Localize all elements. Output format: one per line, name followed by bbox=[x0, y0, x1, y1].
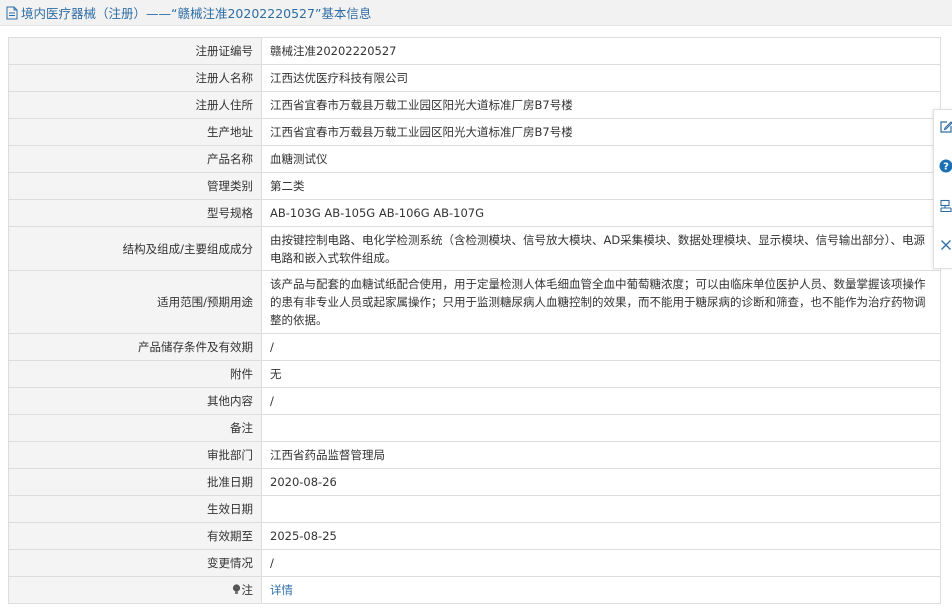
field-label: 审批部门 bbox=[8, 441, 262, 469]
field-value bbox=[261, 495, 941, 523]
share-icon[interactable] bbox=[938, 198, 952, 214]
close-icon[interactable] bbox=[938, 237, 952, 253]
table-row: 注册证编号 赣械注准20202220527 bbox=[8, 37, 941, 65]
table-row: 生效日期 bbox=[8, 495, 941, 523]
field-label: 注册证编号 bbox=[8, 37, 262, 65]
field-value: 赣械注准20202220527 bbox=[261, 37, 941, 65]
field-value bbox=[261, 414, 941, 442]
table-row: 结构及组成/主要组成成分 由按键控制电路、电化学检测系统（含检测模块、信号放大模块… bbox=[8, 226, 941, 271]
table-row: 附件无 bbox=[8, 360, 941, 388]
note-value-cell: 详情 bbox=[261, 576, 941, 604]
field-value: 该产品与配套的血糖试纸配合使用，用于定量检测人体毛细血管全血中葡萄糖浓度；可以由… bbox=[261, 270, 941, 334]
table-row: 型号规格 AB-103G AB-105G AB-106G AB-107G bbox=[8, 199, 941, 227]
field-value: / bbox=[261, 333, 941, 361]
field-label: 结构及组成/主要组成成分 bbox=[8, 226, 262, 271]
table-row: 产品名称 血糖测试仪 bbox=[8, 145, 941, 173]
table-row: 审批部门 江西省药品监督管理局 bbox=[8, 441, 941, 469]
table-row: 备注 bbox=[8, 414, 941, 442]
field-label: 附件 bbox=[8, 360, 262, 388]
svg-text:?: ? bbox=[943, 162, 949, 173]
table-row: 变更情况 / bbox=[8, 549, 941, 577]
table-row: 批准日期 2020-08-26 bbox=[8, 468, 941, 496]
field-value: 2025-08-25 bbox=[261, 522, 941, 550]
table-row: 有效期至 2025-08-25 bbox=[8, 522, 941, 550]
field-label: 生产地址 bbox=[8, 118, 262, 146]
table-row-note: 注 详情 bbox=[8, 576, 941, 604]
field-value: / bbox=[261, 549, 941, 577]
page-title: 境内医疗器械（注册）——“赣械注准20202220527”基本信息 bbox=[21, 6, 372, 21]
field-label: 有效期至 bbox=[8, 522, 262, 550]
field-label: 注册人名称 bbox=[8, 64, 262, 92]
field-value: AB-103G AB-105G AB-106G AB-107G bbox=[261, 199, 941, 227]
field-value: 江西省宜春市万载县万载工业园区阳光大道标准厂房B7号楼 bbox=[261, 118, 941, 146]
edit-icon[interactable] bbox=[938, 119, 952, 135]
table-row: 产品储存条件及有效期 / bbox=[8, 333, 941, 361]
field-value: 2020-08-26 bbox=[261, 468, 941, 496]
field-label: 其他内容 bbox=[8, 387, 262, 415]
field-label: 产品储存条件及有效期 bbox=[8, 333, 262, 361]
page-header: 境内医疗器械（注册）——“赣械注准20202220527”基本信息 bbox=[0, 0, 952, 26]
table-row: 适用范围/预期用途 该产品与配套的血糖试纸配合使用，用于定量检测人体毛细血管全血中… bbox=[8, 270, 941, 334]
field-value: 江西省药品监督管理局 bbox=[261, 441, 941, 469]
detail-link[interactable]: 详情 bbox=[270, 583, 293, 597]
field-value: 无 bbox=[261, 360, 941, 388]
table-row: 管理类别 第二类 bbox=[8, 172, 941, 200]
info-table: 注册证编号 赣械注准20202220527 注册人名称 江西达优医疗科技有限公司 注册人… bbox=[8, 37, 941, 604]
field-label: 管理类别 bbox=[8, 172, 262, 200]
field-label: 产品名称 bbox=[8, 145, 262, 173]
field-value: 江西达优医疗科技有限公司 bbox=[261, 64, 941, 92]
lightbulb-icon bbox=[232, 582, 241, 594]
field-value: / bbox=[261, 387, 941, 415]
note-label-cell: 注 bbox=[8, 576, 262, 604]
field-label: 批准日期 bbox=[8, 468, 262, 496]
field-label: 生效日期 bbox=[8, 495, 262, 523]
field-label: 变更情况 bbox=[8, 549, 262, 577]
field-value: 第二类 bbox=[261, 172, 941, 200]
table-row: 其他内容 / bbox=[8, 387, 941, 415]
document-icon bbox=[6, 6, 18, 20]
field-label: 型号规格 bbox=[8, 199, 262, 227]
note-label: 注 bbox=[241, 583, 254, 597]
side-toolbar: ? bbox=[933, 109, 952, 269]
table-row: 生产地址 江西省宜春市万载县万载工业园区阳光大道标准厂房B7号楼 bbox=[8, 118, 941, 146]
table-row: 注册人名称 江西达优医疗科技有限公司 bbox=[8, 64, 941, 92]
field-label: 适用范围/预期用途 bbox=[8, 270, 262, 334]
field-value: 由按键控制电路、电化学检测系统（含检测模块、信号放大模块、AD采集模块、数据处理… bbox=[261, 226, 941, 271]
field-value: 江西省宜春市万载县万载工业园区阳光大道标准厂房B7号楼 bbox=[261, 91, 941, 119]
help-icon[interactable]: ? bbox=[938, 158, 952, 174]
table-row: 注册人住所 江西省宜春市万载县万载工业园区阳光大道标准厂房B7号楼 bbox=[8, 91, 941, 119]
field-label: 备注 bbox=[8, 414, 262, 442]
field-value: 血糖测试仪 bbox=[261, 145, 941, 173]
field-label: 注册人住所 bbox=[8, 91, 262, 119]
